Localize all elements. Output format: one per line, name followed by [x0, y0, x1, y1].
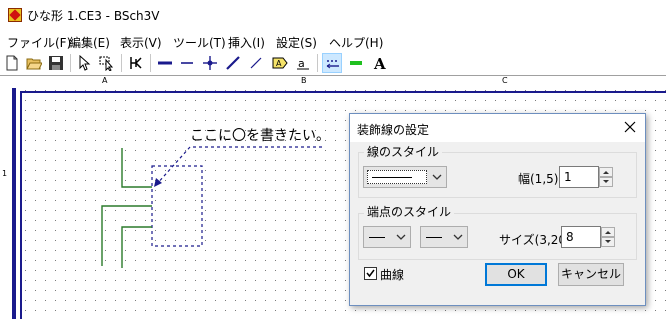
size-spinner[interactable] — [601, 227, 615, 247]
new-file-icon[interactable] — [2, 53, 22, 73]
menu-edit[interactable]: 編集(E) — [69, 34, 110, 51]
start-endpoint-combo[interactable] — [363, 226, 411, 248]
svg-text:A: A — [276, 59, 282, 68]
drag-select-icon[interactable] — [97, 53, 117, 73]
ruler-column-c: C — [502, 76, 508, 85]
svg-text:A: A — [373, 55, 386, 71]
menu-file[interactable]: ファイル(F) — [7, 34, 71, 51]
wire-line-icon[interactable] — [177, 53, 197, 73]
ruler-column-b: B — [301, 76, 307, 85]
curve-checkbox[interactable] — [364, 267, 377, 280]
width-spinner[interactable] — [599, 167, 613, 187]
pointer-icon[interactable] — [75, 53, 95, 73]
menu-help[interactable]: ヘルプ(H) — [329, 34, 383, 51]
save-icon[interactable] — [46, 53, 66, 73]
ruler-column-a: A — [102, 76, 108, 85]
menu-settings[interactable]: 設定(S) — [276, 34, 317, 51]
vertical-ruler: 1 — [0, 87, 12, 319]
ruler-row-1: 1 — [2, 169, 8, 178]
label-icon[interactable]: a — [293, 53, 313, 73]
bus-line-icon[interactable] — [155, 53, 175, 73]
text-icon[interactable]: A — [370, 53, 390, 73]
line-style-combo[interactable] — [363, 166, 447, 188]
window-title: ひな形 1.CE3 - BSch3V — [27, 9, 160, 23]
sheet-frame-left — [12, 88, 16, 319]
menu-tools[interactable]: ツール(T) — [173, 34, 226, 51]
size-label: サイズ(3,20) — [499, 233, 571, 247]
title-bar: ひな形 1.CE3 - BSch3V — [0, 0, 666, 30]
dialog-title: 装飾線の設定 — [357, 123, 430, 137]
svg-text:a: a — [298, 57, 305, 70]
tag-icon[interactable]: A — [270, 53, 290, 73]
open-folder-icon[interactable] — [24, 53, 44, 73]
canvas-annotation-text[interactable]: ここに〇を書きたい。 — [190, 125, 330, 145]
curve-label[interactable]: 曲線 — [380, 266, 404, 283]
width-label: 幅(1,5) — [518, 172, 559, 186]
marker-line-icon[interactable] — [346, 53, 366, 73]
dialog-title-bar: 装飾線の設定 — [350, 114, 645, 142]
decoration-line-settings-dialog: 装飾線の設定 線のスタイル 幅(1,5) 1 端点のスタイル サイズ(3,20)… — [349, 113, 646, 306]
width-input[interactable]: 1 — [559, 166, 599, 188]
junction-icon[interactable] — [200, 53, 220, 73]
menu-insert[interactable]: 挿入(I) — [228, 34, 265, 51]
line-style-group-label: 線のスタイル — [364, 143, 443, 160]
entry-icon[interactable] — [223, 53, 243, 73]
ok-button[interactable]: OK — [485, 263, 547, 286]
close-icon[interactable] — [623, 120, 637, 134]
menu-bar: ファイル(F) 編集(E) 表示(V) ツール(T) 挿入(I) 設定(S) ヘ… — [0, 31, 666, 51]
app-icon[interactable] — [8, 8, 22, 22]
toolbar: A a A — [0, 51, 666, 74]
end-endpoint-combo[interactable] — [420, 226, 468, 248]
cancel-button[interactable]: キャンセル — [558, 263, 624, 286]
size-input[interactable]: 8 — [561, 226, 601, 248]
component-icon[interactable] — [126, 53, 146, 73]
decoration-line-icon[interactable] — [322, 53, 342, 73]
menu-view[interactable]: 表示(V) — [120, 34, 162, 51]
slash-entry-icon[interactable] — [246, 53, 266, 73]
endpoint-style-group-label: 端点のスタイル — [364, 203, 455, 220]
